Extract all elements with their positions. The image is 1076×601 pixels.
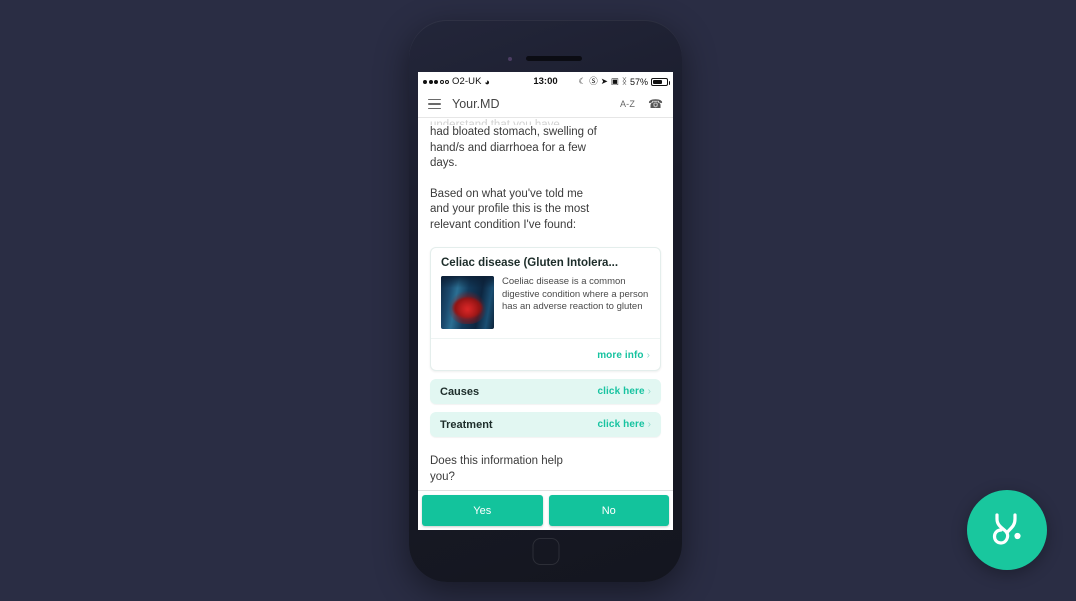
click-here-link-causes[interactable]: click here <box>598 386 645 397</box>
app-nav-bar: Your.MD A-Z ☎ <box>418 91 673 118</box>
condition-card-body: Coeliac disease is a common digestive co… <box>431 276 660 338</box>
chevron-right-icon: › <box>646 350 650 361</box>
no-button[interactable]: No <box>548 495 669 526</box>
condition-card-footer[interactable]: more info › <box>431 338 660 370</box>
action-link-treatment[interactable]: click here › <box>598 419 652 430</box>
condition-card-description: Coeliac disease is a common digestive co… <box>502 276 649 312</box>
location-arrow-icon: ➤ <box>600 76 608 87</box>
condition-card[interactable]: Celiac disease (Gluten Intolera... Coeli… <box>430 247 661 371</box>
action-label-causes: Causes <box>440 385 480 398</box>
chevron-right-icon: › <box>647 386 651 397</box>
front-camera-icon <box>508 57 512 61</box>
stethoscope-logo-icon <box>992 513 1021 545</box>
home-button[interactable] <box>532 538 559 565</box>
earpiece-speaker <box>525 56 582 61</box>
app-title: Your.MD <box>452 97 500 111</box>
action-label-treatment: Treatment <box>440 418 493 431</box>
phone-device-frame: O2-UK ◕ 13:00 ☾ Ⓢ ➤ ▣ ᛝ 57% Your.MD A-Z <box>409 20 682 582</box>
condition-card-title: Celiac disease (Gluten Intolera... <box>441 257 619 269</box>
alarm-icon: ▣ <box>610 76 619 87</box>
click-here-link-treatment[interactable]: click here <box>598 419 645 430</box>
moon-icon: ☾ <box>578 76 587 87</box>
intestine-illustration <box>441 276 494 329</box>
answer-button-bar: Yes No <box>418 490 673 530</box>
action-link-causes[interactable]: click here › <box>598 386 652 397</box>
bluetooth-icon: ᛝ <box>621 76 627 87</box>
more-info-link[interactable]: more info <box>597 350 643 361</box>
status-bar: O2-UK ◕ 13:00 ☾ Ⓢ ➤ ▣ ᛝ 57% <box>418 72 673 91</box>
rotation-lock-icon: Ⓢ <box>589 76 598 87</box>
battery-percent-label: 57% <box>629 76 648 87</box>
chat-message-clipped: understand that you have <box>430 119 560 125</box>
phone-screen: O2-UK ◕ 13:00 ☾ Ⓢ ➤ ▣ ᛝ 57% Your.MD A-Z <box>418 72 673 530</box>
phone-icon[interactable]: ☎ <box>648 97 663 111</box>
battery-icon <box>651 77 670 86</box>
status-bar-right: ☾ Ⓢ ➤ ▣ ᛝ 57% <box>578 76 670 87</box>
nav-actions: A-Z ☎ <box>620 97 663 111</box>
chat-scroll-area[interactable]: understand that you have had bloated sto… <box>418 118 673 490</box>
hamburger-menu-icon[interactable] <box>428 98 441 110</box>
chat-message-intro: Based on what you've told me and your pr… <box>430 187 590 231</box>
phone-top-bezel <box>409 20 682 72</box>
feedback-question: Does this information help you? <box>430 455 563 483</box>
chat-message-symptoms: had bloated stomach, swelling of hand/s … <box>430 126 597 169</box>
yes-button[interactable]: Yes <box>422 495 543 526</box>
action-row-treatment[interactable]: Treatment click here › <box>430 412 661 437</box>
a-z-button[interactable]: A-Z <box>620 99 635 109</box>
action-row-causes[interactable]: Causes click here › <box>430 379 661 404</box>
yourmd-logo-badge[interactable] <box>967 490 1047 570</box>
chevron-right-icon: › <box>647 419 651 430</box>
